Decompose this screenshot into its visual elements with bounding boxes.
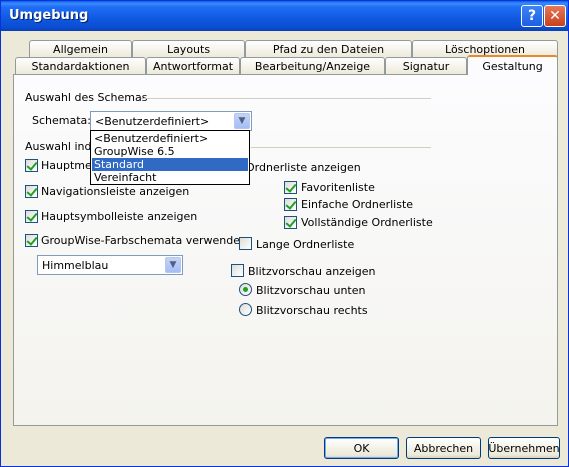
hauptsymbolleiste-checkbox[interactable] [25,210,38,223]
blitzvorschau-rechts-radio[interactable] [239,303,252,316]
chevron-down-icon[interactable]: ▼ [165,257,181,273]
navigationsleiste-checkbox[interactable] [25,185,38,198]
tab-pfad-zu-den-dateien[interactable]: Pfad zu den Dateien [245,40,412,58]
favoritenliste-label: Favoritenliste [301,181,375,194]
blitzvorschau-checkbox[interactable] [231,264,244,277]
schema-group-divider [141,98,431,99]
help-icon: ? [527,8,537,24]
farbschemata-label: GroupWise-Farbschemata verwenden [41,234,247,247]
tab-allgemein[interactable]: Allgemein [29,40,132,58]
color-scheme-value: Himmelblau [42,259,109,272]
hauptmenue-checkbox[interactable] [25,159,38,172]
tab-signatur[interactable]: Signatur [385,57,467,75]
window-title: Umgebung [9,8,89,23]
tab-layouts[interactable]: Layouts [132,40,245,58]
dropdown-option-vereinfacht[interactable]: Vereinfacht [92,171,248,184]
hauptsymbolleiste-label: Hauptsymbolleiste anzeigen [41,210,198,223]
dropdown-option-benutzerdefiniert[interactable]: <Benutzerdefiniert> [92,132,248,145]
einfache-ordnerliste-checkbox[interactable] [284,198,297,211]
help-button[interactable]: ? [521,5,543,27]
chevron-down-icon[interactable]: ▼ [234,113,250,129]
close-button[interactable]: ✕ [544,5,566,27]
tab-standardaktionen[interactable]: Standardaktionen [15,57,146,75]
dropdown-option-groupwise-65[interactable]: GroupWise 6.5 [92,145,248,158]
tab-bearbeitung-anzeige[interactable]: Bearbeitung/Anzeige [240,57,385,75]
cancel-button[interactable]: Abbrechen [406,437,481,459]
title-bar[interactable]: Umgebung ? ✕ [1,1,568,31]
blitzvorschau-unten-label: Blitzvorschau unten [256,284,366,297]
dialog-window: Umgebung ? ✕ Allgemein Layouts Pfad zu d… [0,0,569,467]
farbschemata-checkbox[interactable] [25,234,38,247]
schema-group-title: Auswahl des Schemas [25,91,148,104]
close-icon: ✕ [549,8,561,24]
dropdown-option-standard[interactable]: Standard [92,158,248,171]
navigationsleiste-label: Navigationsleiste anzeigen [41,185,190,198]
tab-antwortformat[interactable]: Antwortformat [146,57,240,75]
favoritenliste-checkbox[interactable] [284,181,297,194]
ok-button[interactable]: OK [324,437,399,459]
schemata-label: Schemata: [32,114,91,127]
blitzvorschau-unten-radio[interactable] [239,283,252,296]
schemata-select[interactable]: <Benutzerdefiniert> ▼ [90,111,252,131]
blitzvorschau-label: Blitzvorschau anzeigen [248,265,376,278]
lange-ordnerliste-label: Lange Ordnerliste [256,238,355,251]
vollstaendige-ordnerliste-label: Vollständige Ordnerliste [301,216,433,229]
schemata-dropdown-list[interactable]: <Benutzerdefiniert> GroupWise 6.5 Standa… [90,130,250,185]
lange-ordnerliste-checkbox[interactable] [239,237,252,250]
einfache-ordnerliste-label: Einfache Ordnerliste [301,198,414,211]
blitzvorschau-rechts-label: Blitzvorschau rechts [256,304,368,317]
tab-gestaltung[interactable]: Gestaltung [467,55,558,75]
apply-button[interactable]: Übernehmen [488,437,560,459]
color-scheme-select[interactable]: Himmelblau ▼ [37,255,183,275]
vollstaendige-ordnerliste-checkbox[interactable] [284,216,297,229]
schemata-value: <Benutzerdefiniert> [95,115,210,128]
individual-group-divider [251,147,431,148]
ordnerliste-label: Ordnerliste anzeigen [246,161,361,174]
